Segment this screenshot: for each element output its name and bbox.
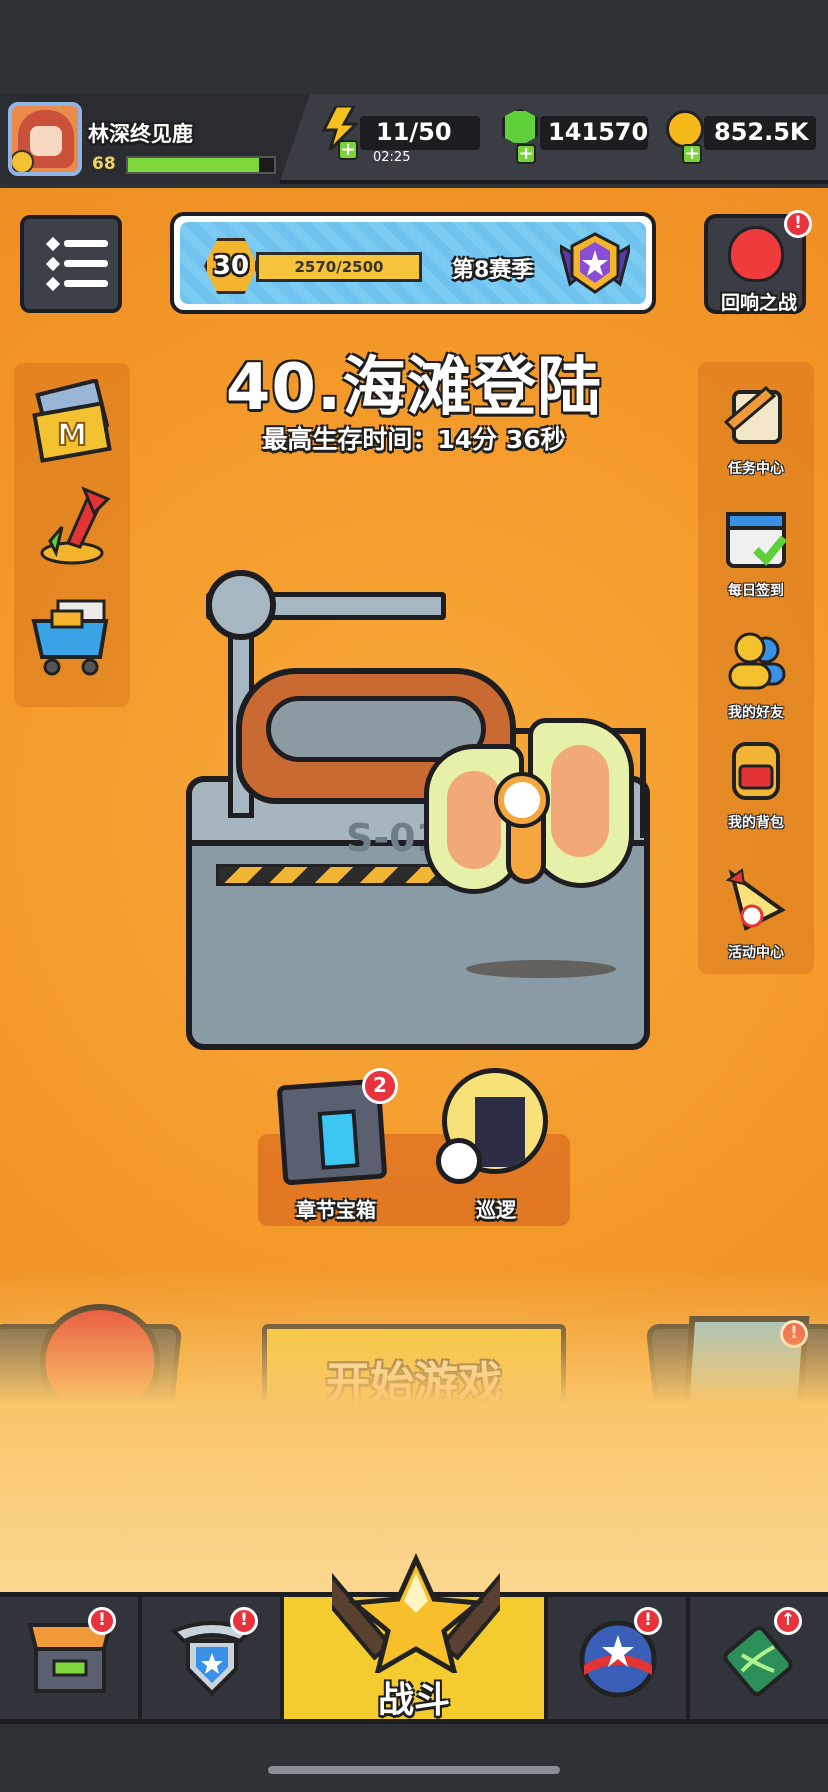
avatar-frame-badge-icon: [12, 150, 34, 172]
patrol-label: 巡逻: [476, 1198, 516, 1222]
daily-challenge-button[interactable]: 每日挑战: [0, 1324, 183, 1448]
tab-upgrade-badge: ↑: [774, 1607, 802, 1635]
stage-preview[interactable]: S-01: [176, 548, 656, 1050]
monthly-card-icon[interactable]: M: [28, 379, 116, 467]
add-gems-button[interactable]: +: [516, 144, 536, 164]
menu-label: 我的背包: [728, 815, 784, 831]
calendar-check-icon: [726, 512, 788, 568]
menu-label: 每日签到: [728, 583, 784, 599]
player-xp-bar: [126, 156, 276, 174]
add-energy-button[interactable]: +: [338, 140, 358, 160]
season-pass-banner[interactable]: 2570/2500 30 第8赛季: [170, 212, 656, 314]
season-rank-star-icon: [560, 232, 630, 294]
left-shortcut-panel: M: [14, 363, 130, 707]
shop-cart-icon[interactable]: [28, 591, 116, 679]
svg-text:M: M: [57, 418, 87, 453]
bottom-nav: ! ! 战斗 ! ↑: [0, 1553, 828, 1724]
player-name: 林深终见鹿: [88, 122, 193, 146]
tab-alert-badge: !: [88, 1607, 116, 1635]
menu-daily-checkin[interactable]: 每日签到: [698, 496, 814, 606]
energy-timer: 02:25: [373, 150, 411, 165]
moth-boss-icon: [424, 718, 634, 908]
tab-battle-label: 战斗: [377, 1680, 450, 1721]
tab-talent[interactable]: !: [548, 1597, 690, 1719]
start-game-cost: x 5: [267, 1407, 561, 1442]
menu-my-backpack[interactable]: 我的背包: [698, 728, 814, 838]
daily-activity-button[interactable]: 每日活动: [645, 1324, 828, 1448]
player-avatar[interactable]: [8, 102, 82, 176]
main-lobby: 2570/2500 30 第8赛季 回响之战 ! 40.海滩登陆 最高生存时间：…: [0, 188, 828, 1592]
daily-activity-alert-badge: !: [780, 1320, 808, 1348]
tab-equipment[interactable]: !: [142, 1597, 284, 1719]
coins-value: 852.5K: [714, 118, 809, 146]
chapter-chest-button[interactable]: 2: [270, 1068, 398, 1194]
chapter-chest-label: 章节宝箱: [296, 1198, 376, 1222]
energy-lightning-icon: [370, 1409, 397, 1442]
echo-alert-badge: !: [784, 210, 812, 238]
menu-task-center[interactable]: 任务中心: [698, 374, 814, 484]
event-party-icon: [725, 868, 786, 931]
gem-icon: [502, 108, 538, 146]
tab-alert-badge: !: [634, 1607, 662, 1635]
player-profile[interactable]: 林深终见鹿 68: [0, 94, 310, 184]
player-level: 68: [92, 154, 116, 174]
map-pin-icon: [682, 1316, 810, 1416]
crane-wheel: [206, 570, 276, 640]
chest-count-badge: 2: [362, 1068, 398, 1104]
echo-battle-button[interactable]: 回响之战 !: [704, 210, 812, 314]
tab-alert-badge: !: [230, 1607, 258, 1635]
right-shortcut-panel: 任务中心 每日签到 我的好友 我的背包 活动中心: [698, 362, 814, 974]
battle-star-icon: [332, 1553, 500, 1673]
menu-my-friends[interactable]: 我的好友: [698, 618, 814, 728]
menu-label: 活动中心: [728, 945, 784, 961]
tab-shop[interactable]: !: [0, 1597, 142, 1719]
boxing-glove-icon: [40, 1304, 160, 1414]
echo-monster-icon: [728, 226, 784, 282]
tab-evolution[interactable]: ↑: [690, 1597, 828, 1719]
friends-icon: [728, 632, 786, 690]
task-scroll-icon: [723, 385, 782, 444]
menu-label: 我的好友: [728, 705, 784, 721]
tab-battle[interactable]: 战斗: [284, 1553, 548, 1721]
menu-event-center[interactable]: 活动中心: [698, 858, 814, 968]
start-game-button[interactable]: 开始游戏 x 5: [262, 1324, 566, 1456]
start-cost-value: x 5: [406, 1407, 458, 1442]
home-indicator[interactable]: [268, 1766, 560, 1774]
start-game-label: 开始游戏: [326, 1358, 502, 1409]
daily-activity-label: 每日活动: [708, 1417, 797, 1442]
top-resource-bar: 林深终见鹿 68 + 11/50 02:25 + 141570 + 852.5K: [0, 94, 828, 184]
menu-label: 任务中心: [728, 461, 784, 477]
menu-button[interactable]: [20, 215, 122, 313]
xp-bar-fill: [128, 158, 260, 172]
daily-challenge-label: 每日挑战: [31, 1417, 120, 1442]
season-progress-bar: 2570/2500: [256, 252, 422, 282]
energy-value: 11/50: [376, 118, 452, 146]
clock-icon: [436, 1138, 482, 1184]
season-label: 第8赛季: [452, 258, 534, 283]
echo-battle-label: 回响之战: [720, 292, 797, 314]
status-area: [0, 0, 828, 94]
gems-value: 141570: [548, 118, 649, 146]
growth-fund-icon[interactable]: [28, 483, 116, 571]
season-level-badge: 30: [204, 238, 258, 294]
season-progress-text: 2570/2500: [294, 258, 384, 276]
patrol-button[interactable]: [436, 1068, 556, 1194]
backpack-icon: [732, 742, 780, 800]
add-coins-button[interactable]: +: [682, 144, 702, 164]
